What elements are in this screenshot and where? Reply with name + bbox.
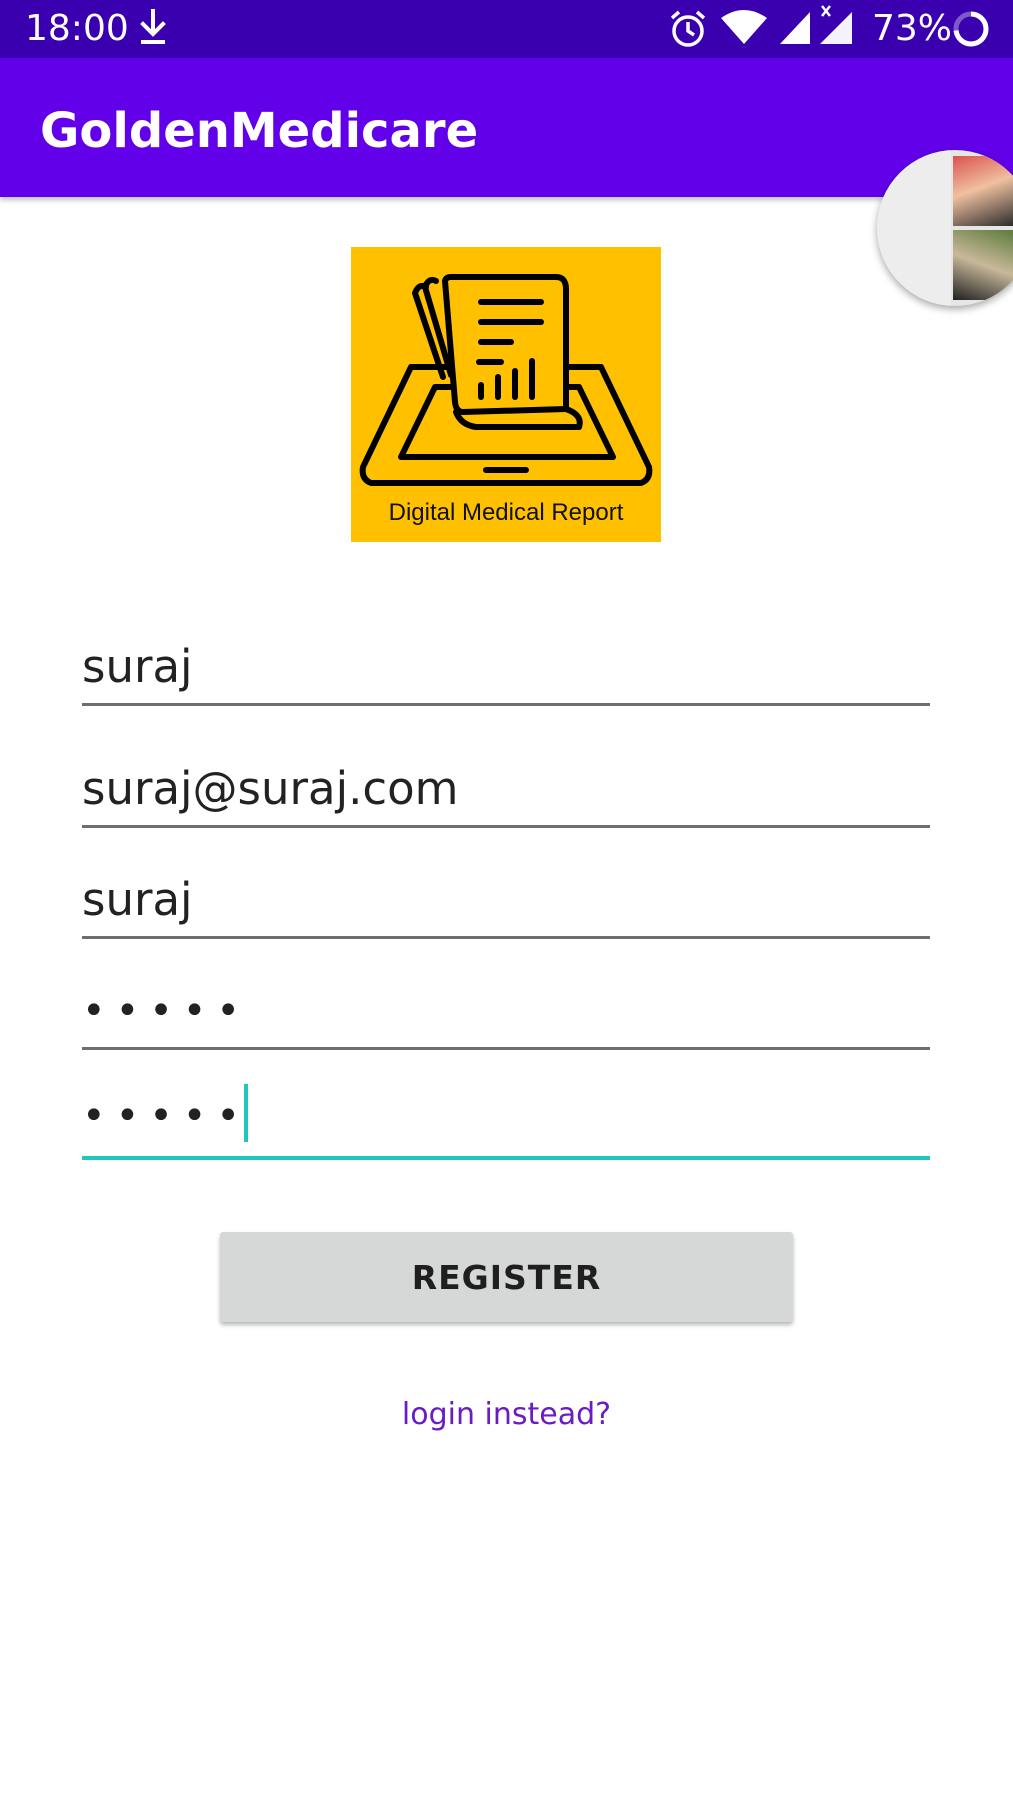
avatar-photo [953, 230, 1013, 300]
chat-head-placeholder [877, 150, 951, 306]
name-field[interactable]: suraj [82, 634, 930, 706]
signal-icon [778, 10, 812, 50]
register-button[interactable]: REGISTER [220, 1232, 793, 1322]
status-bar: 18:00 73% [0, 0, 1013, 58]
confirm-password-field-container: ••••• [82, 1084, 250, 1146]
app-bar: GoldenMedicare [0, 58, 1013, 197]
text-cursor [243, 1084, 248, 1142]
chat-head-bubble[interactable] [877, 150, 1013, 306]
download-icon [138, 9, 168, 51]
confirm-password-field-value: ••••• [82, 1093, 250, 1139]
battery-percent: 73% [872, 8, 953, 49]
medical-report-icon [359, 274, 653, 486]
alarm-icon [668, 9, 708, 53]
battery-icon [952, 10, 990, 52]
avatar-photo [953, 156, 1013, 226]
status-time: 18:00 [25, 8, 129, 49]
app-logo: Digital Medical Report [351, 247, 661, 542]
confirm-password-field[interactable]: ••••• [82, 1084, 930, 1160]
email-field-value: suraj@suraj.com [82, 762, 459, 815]
email-field[interactable]: suraj@suraj.com [82, 756, 930, 828]
wifi-icon [720, 10, 768, 50]
logo-caption: Digital Medical Report [388, 499, 624, 526]
password-field-value: ••••• [82, 988, 250, 1034]
login-instead-link[interactable]: login instead? [0, 1397, 1013, 1432]
app-title: GoldenMedicare [40, 103, 479, 159]
username-field-value: suraj [82, 873, 193, 926]
signal-no-data-icon [818, 4, 854, 50]
username-field[interactable]: suraj [82, 867, 930, 939]
password-field[interactable]: ••••• [82, 978, 930, 1050]
name-field-value: suraj [82, 640, 193, 693]
